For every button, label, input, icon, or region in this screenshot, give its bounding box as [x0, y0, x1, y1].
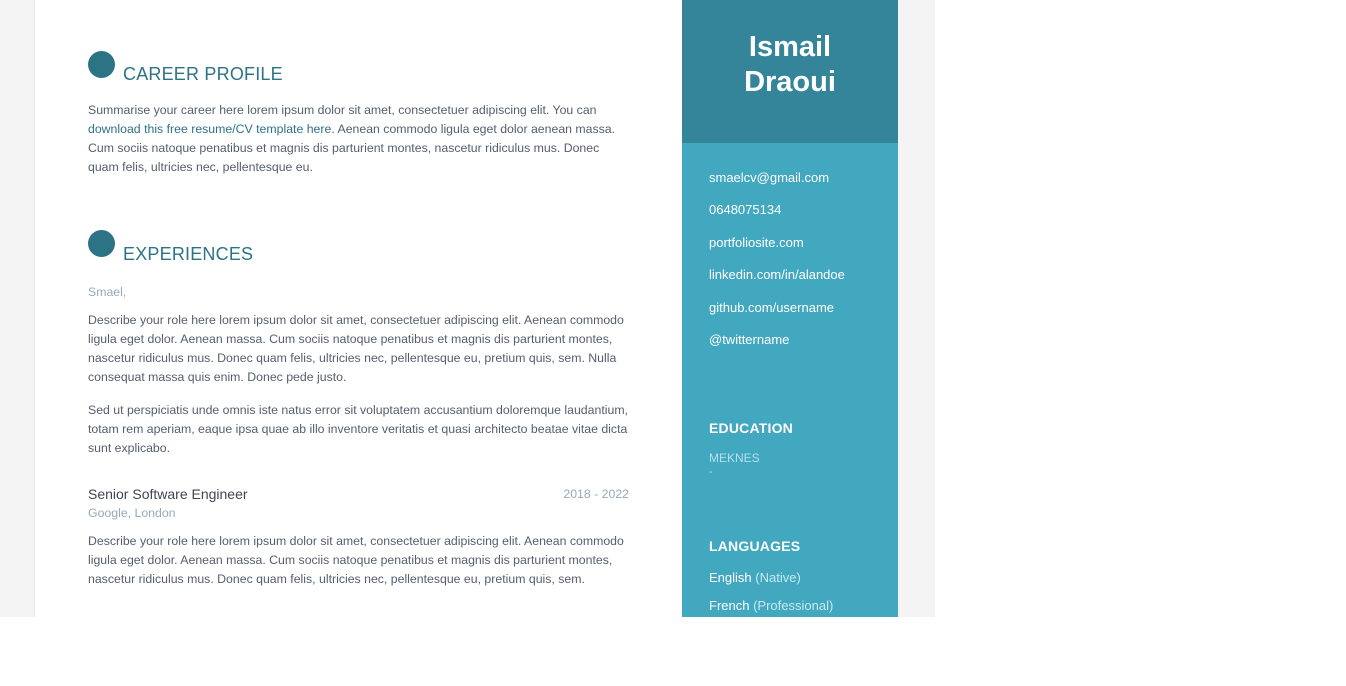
contact-twitter[interactable]: @twittername	[709, 332, 845, 348]
experience-description: Describe your role here lorem ipsum dolo…	[88, 313, 624, 384]
contact-list: smaelcv@gmail.com 0648075134 portfoliosi…	[709, 170, 845, 364]
first-name: Ismail	[748, 30, 832, 63]
job-dates: 2018 - 2022	[563, 487, 629, 501]
experiences-title: EXPERIENCES	[123, 244, 254, 264]
career-profile-icon	[88, 51, 115, 78]
language-item: French (Professional)	[709, 598, 833, 613]
language-name: French	[709, 598, 750, 613]
education-detail: -	[709, 466, 713, 478]
career-summary-text: Summarise your career here lorem ipsum d…	[88, 103, 597, 117]
language-level: (Professional)	[753, 598, 834, 613]
experience-subtitle: Smael,	[88, 285, 127, 299]
contact-github[interactable]: github.com/username	[709, 300, 845, 316]
job-company: Google, London	[88, 506, 176, 520]
contact-phone[interactable]: 0648075134	[709, 202, 845, 218]
last-name: Draoui	[744, 65, 836, 98]
contact-website[interactable]: portfoliosite.com	[709, 235, 845, 251]
experiences-icon	[88, 230, 115, 257]
download-template-link[interactable]: download this free resume/CV template he…	[88, 122, 331, 136]
job-description: Describe your role here lorem ipsum dolo…	[88, 534, 624, 586]
languages-heading: LANGUAGES	[709, 538, 801, 554]
career-profile-title: CAREER PROFILE	[123, 64, 283, 84]
career-summary: Summarise your career here lorem ipsum d…	[88, 101, 633, 177]
experience-description-extra: Sed ut perspiciatis unde omnis iste natu…	[88, 403, 628, 455]
contact-linkedin[interactable]: linkedin.com/in/alandoe	[709, 267, 845, 283]
name-header: Ismail Draoui	[682, 0, 898, 143]
language-level: (Native)	[755, 570, 801, 585]
contact-email[interactable]: smaelcv@gmail.com	[709, 170, 845, 186]
language-name: English	[709, 570, 752, 585]
education-heading: EDUCATION	[709, 420, 793, 436]
sidebar: Ismail Draoui smaelcv@gmail.com 06480751…	[682, 0, 898, 617]
language-item: English (Native)	[709, 570, 801, 585]
main-content: CAREER PROFILE Summarise your career her…	[34, 0, 683, 617]
job-title: Senior Software Engineer	[88, 486, 248, 502]
education-school: MEKNES	[709, 451, 760, 465]
page-background: CAREER PROFILE Summarise your career her…	[0, 0, 935, 617]
full-name: Ismail Draoui	[744, 30, 836, 100]
